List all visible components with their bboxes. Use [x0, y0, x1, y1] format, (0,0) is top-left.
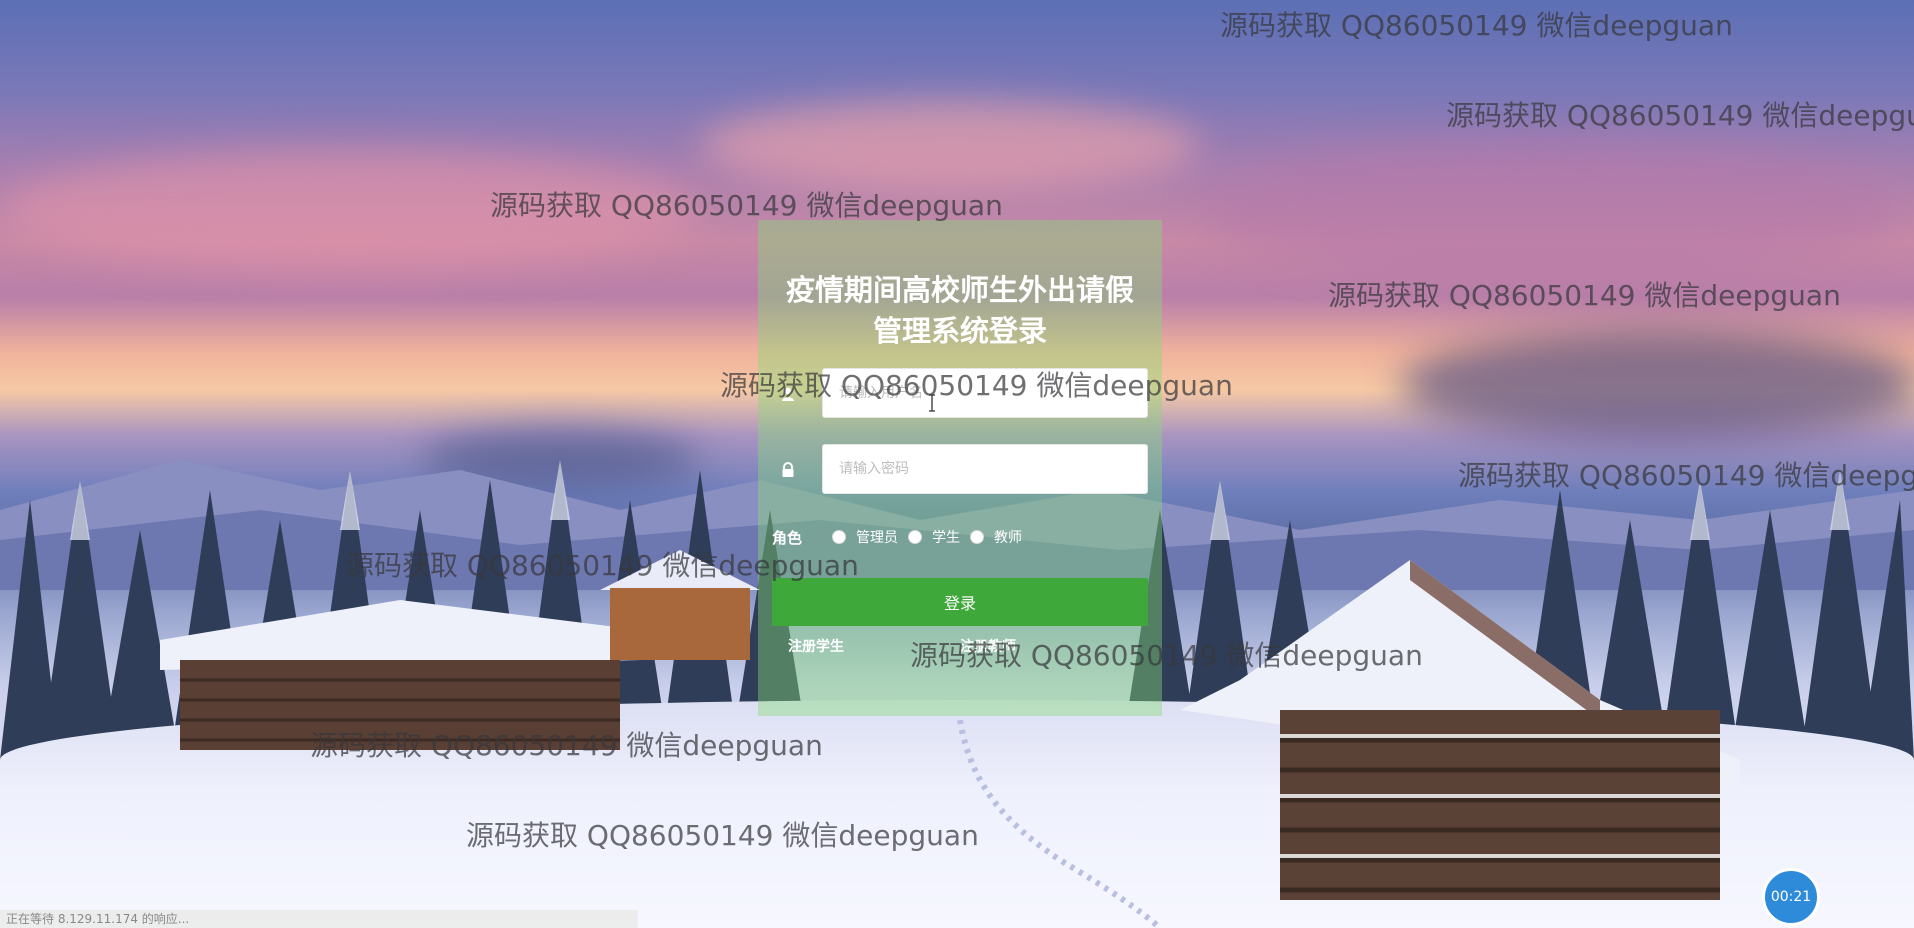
role-option-admin[interactable]: 管理员	[832, 527, 898, 547]
role-option-label: 教师	[994, 530, 1023, 546]
cloud	[0, 150, 700, 270]
radio-teacher[interactable]	[970, 530, 985, 544]
register-student-link[interactable]: 注册学生	[788, 636, 844, 656]
cloud	[1400, 330, 1914, 440]
login-title: 疫情期间高校师生外出请假管理系统登录	[785, 273, 1134, 348]
lock-icon	[782, 462, 794, 477]
text-cursor-icon	[929, 394, 935, 412]
cabin-right	[1180, 560, 1740, 900]
user-icon	[782, 387, 794, 401]
cabin-left	[160, 600, 640, 750]
snow-trail	[957, 720, 1163, 928]
username-row	[776, 368, 1148, 420]
cloud	[1200, 140, 1900, 280]
login-card: 疫情期间高校师生外出请假管理系统登录 角色 管理员 学生 教师 登录 注册学生	[758, 220, 1162, 716]
password-row	[776, 444, 1148, 496]
role-selector: 角色 管理员 学生 教师	[772, 524, 1152, 550]
cloud	[700, 100, 1200, 190]
recording-timer[interactable]: 00:21	[1762, 868, 1820, 926]
role-option-student[interactable]: 学生	[908, 527, 960, 547]
username-input[interactable]	[822, 368, 1148, 418]
login-button[interactable]: 登录	[772, 578, 1148, 626]
role-option-teacher[interactable]: 教师	[970, 527, 1022, 547]
register-teacher-link[interactable]: 注册教师	[960, 636, 1016, 656]
role-option-label: 学生	[932, 530, 961, 546]
radio-admin[interactable]	[832, 530, 847, 544]
cabin-center	[600, 550, 760, 660]
radio-student[interactable]	[908, 530, 923, 544]
browser-status-bar: 正在等待 8.129.11.174 的响应...	[0, 910, 638, 928]
role-label: 角色	[772, 528, 803, 547]
password-input[interactable]	[822, 444, 1148, 494]
role-option-label: 管理员	[856, 530, 899, 546]
